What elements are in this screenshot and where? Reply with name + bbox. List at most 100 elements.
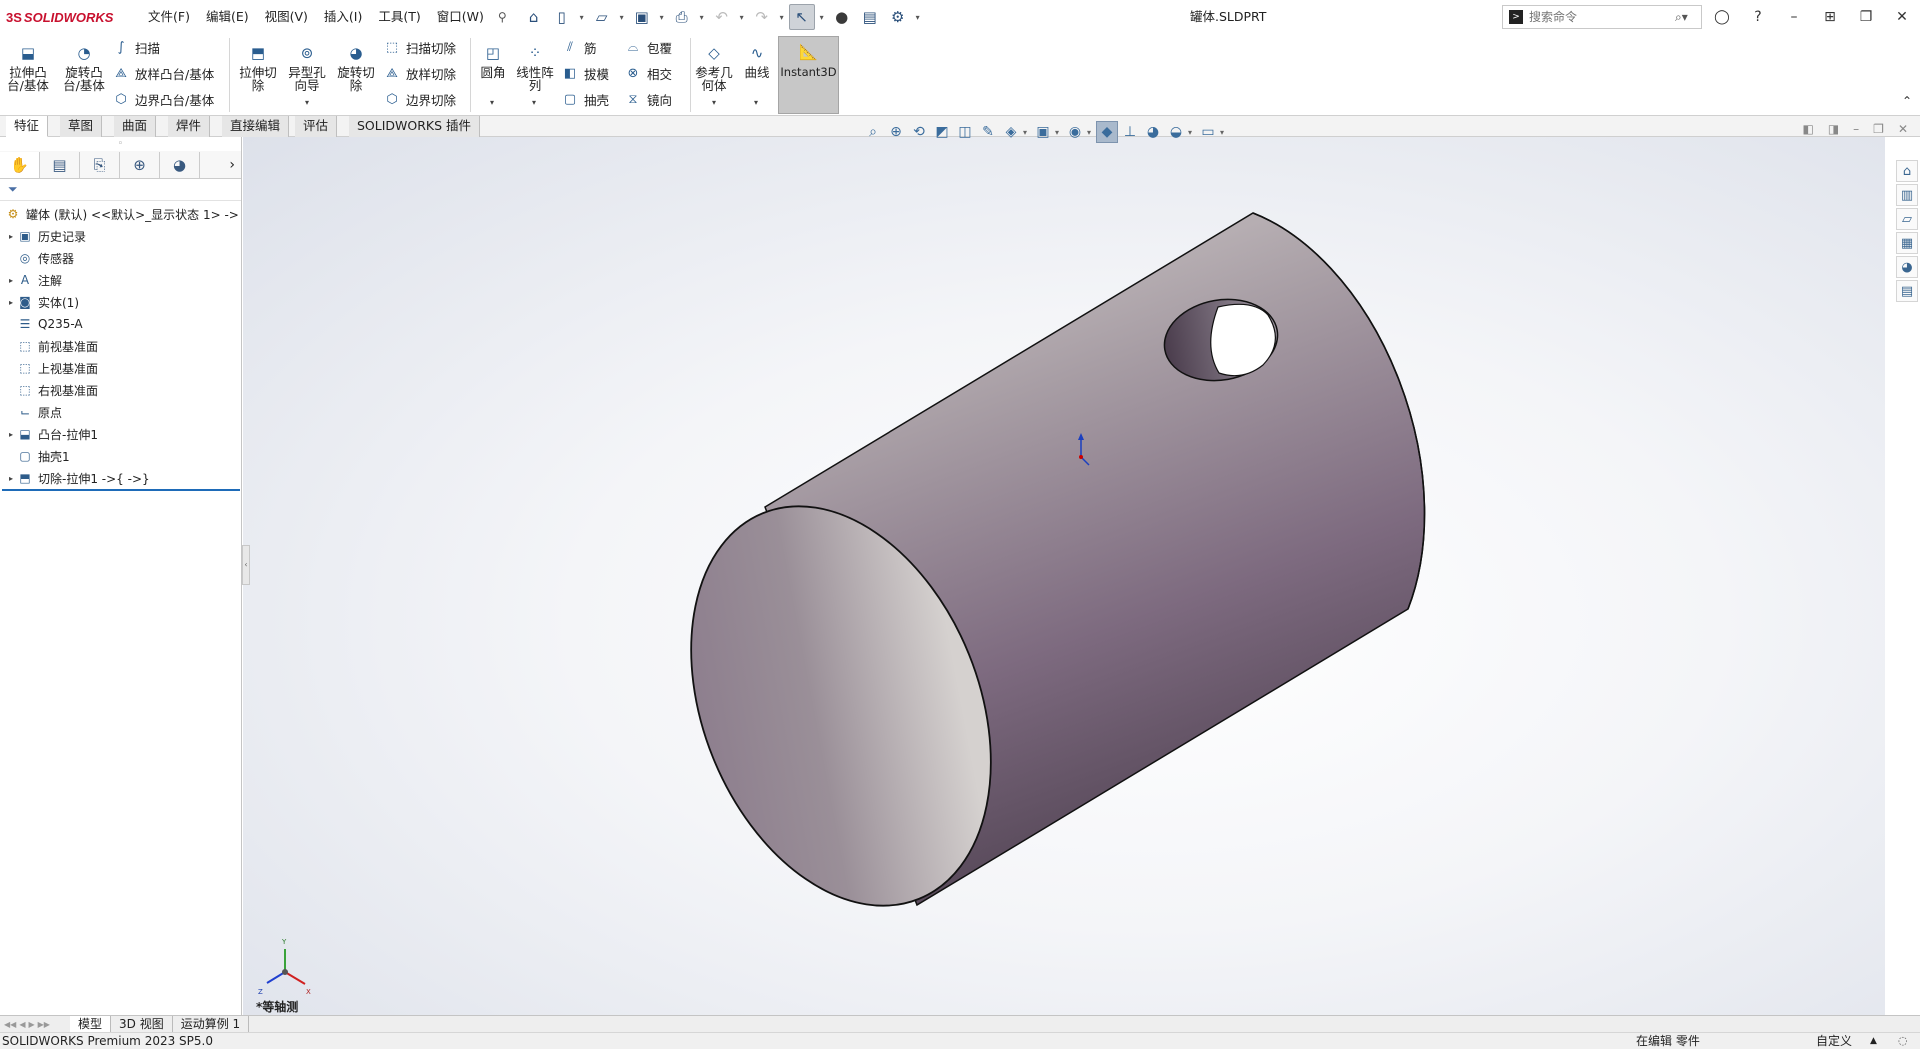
tree-item-front-plane[interactable]: ⬚ 前视基准面 [0, 335, 241, 357]
perspective-icon[interactable]: ⊥ [1119, 121, 1141, 143]
dynamic-annotation-icon[interactable]: ◫ [954, 121, 976, 143]
dimxpert-manager-tab-icon[interactable]: ⊕ [120, 151, 160, 178]
select-dropdown-icon[interactable]: ▾ [817, 13, 827, 22]
curves-button[interactable]: ∿ 曲线 [740, 42, 774, 79]
units-up-arrow-icon[interactable]: ▲ [1870, 1033, 1877, 1049]
feature-manager-tab-icon[interactable]: ✋ [0, 151, 40, 178]
revolve-boss-button[interactable]: ◔ 旋转凸台/基体 [62, 42, 106, 92]
tree-filter[interactable]: ⏷ [0, 179, 241, 201]
first-tab-icon[interactable]: ◀◀ [4, 1020, 16, 1029]
section-view-icon[interactable]: ◩ [931, 121, 953, 143]
display-manager-tab-icon[interactable]: ◕ [160, 151, 200, 178]
view-settings-icon[interactable]: ✎ [977, 121, 999, 143]
restore-icon[interactable]: ❐ [1848, 0, 1884, 34]
redo-dropdown-icon[interactable]: ▾ [777, 13, 787, 22]
expand-arrow-icon[interactable]: ▸ [6, 298, 16, 307]
sweep-cut-button[interactable]: ⬚ 扫描切除 [383, 36, 456, 58]
print-icon[interactable]: ⎙ [669, 4, 695, 30]
view-orientation-dropdown-icon[interactable]: ▾ [1055, 128, 1063, 137]
reference-geometry-button[interactable]: ◇ 参考几何体 [694, 42, 734, 92]
instant3d-button[interactable]: 📐 Instant3D [778, 36, 839, 114]
sweep-button[interactable]: ∫ 扫描 [112, 36, 160, 58]
tab-features[interactable]: 特征 [6, 116, 49, 137]
apply-scene-icon[interactable]: ◒ [1165, 121, 1187, 143]
file-explorer-icon[interactable]: ▱ [1896, 208, 1918, 230]
tree-item-cut-extrude1[interactable]: ▸ ⬒ 切除-拉伸1 ->{ ->} [0, 467, 241, 489]
more-tabs-chevron-icon[interactable]: › [229, 157, 241, 173]
print-dropdown-icon[interactable]: ▾ [697, 13, 707, 22]
display-style-dropdown-icon[interactable]: ▾ [1023, 128, 1031, 137]
fillet-dropdown-icon[interactable]: ▾ [490, 98, 494, 107]
fillet-button[interactable]: ◰ 圆角 [476, 42, 510, 79]
expand-arrow-icon[interactable]: ▸ [6, 430, 16, 439]
rebuild-traffic-light-icon[interactable]: ● [829, 4, 855, 30]
menu-window[interactable]: 窗口(W) [429, 5, 492, 29]
tree-item-top-plane[interactable]: ⬚ 上视基准面 [0, 357, 241, 379]
graphics-area[interactable]: Y X Z [243, 137, 1885, 1015]
previous-view-icon[interactable]: ⟲ [908, 121, 930, 143]
tree-item-boss-extrude1[interactable]: ▸ ⬓ 凸台-拉伸1 [0, 423, 241, 445]
view-display-dropdown-icon[interactable]: ▾ [1220, 128, 1228, 137]
search-input[interactable] [1529, 10, 1669, 24]
file-properties-icon[interactable]: ▤ [857, 4, 883, 30]
next-tab-icon[interactable]: ▶ [28, 1020, 34, 1029]
viewport-split-2-icon[interactable]: ◨ [1828, 122, 1839, 136]
tree-item-right-plane[interactable]: ⬚ 右视基准面 [0, 379, 241, 401]
view-display-icon[interactable]: ▭ [1197, 121, 1219, 143]
status-message-icon[interactable]: ◌ [1898, 1033, 1908, 1049]
pin-icon[interactable]: ⚲ [498, 10, 507, 24]
options-gear-icon[interactable]: ⚙ [885, 4, 911, 30]
solidworks-resources-icon[interactable]: ⌂ [1896, 160, 1918, 182]
viewport-close-icon[interactable]: ✕ [1898, 122, 1908, 136]
tab-surfaces[interactable]: 曲面 [114, 116, 157, 137]
tree-item-shell1[interactable]: ▢ 抽壳1 [0, 445, 241, 467]
last-tab-icon[interactable]: ▶▶ [38, 1020, 50, 1029]
save-dropdown-icon[interactable]: ▾ [657, 13, 667, 22]
new-document-icon[interactable]: ▯ [549, 4, 575, 30]
tree-item-history[interactable]: ▸ ▣ 历史记录 [0, 225, 241, 247]
undo-icon[interactable]: ↶ [709, 4, 735, 30]
tab-solidworks-addins[interactable]: SOLIDWORKS 插件 [349, 116, 481, 137]
wrap-button[interactable]: ⌓ 包覆 [624, 36, 672, 58]
viewport-split-icon[interactable]: ◧ [1802, 122, 1813, 136]
tree-item-solid-bodies[interactable]: ▸ ◙ 实体(1) [0, 291, 241, 313]
close-icon[interactable]: ✕ [1884, 0, 1920, 34]
tab-motion-study-1[interactable]: 运动算例 1 [173, 1015, 250, 1033]
tab-model[interactable]: 模型 [70, 1015, 112, 1033]
viewport-minimize-icon[interactable]: – [1853, 122, 1859, 136]
solidworks-logo[interactable]: 3S SOLIDWORKS [0, 0, 130, 34]
search-icon[interactable]: ⌕▾ [1675, 10, 1688, 25]
tab-weldments[interactable]: 焊件 [168, 116, 211, 137]
revolve-cut-button[interactable]: ◕ 旋转切除 [334, 42, 378, 92]
tree-item-material[interactable]: ☰ Q235-A [0, 313, 241, 335]
configuration-manager-tab-icon[interactable]: ⎘ [80, 151, 120, 178]
cylinder-model[interactable]: Y X Z [243, 137, 1885, 1015]
rib-button[interactable]: ⫽ 筋 [561, 36, 596, 58]
curves-dropdown-icon[interactable]: ▾ [754, 98, 758, 107]
draft-button[interactable]: ◧ 拔模 [561, 62, 609, 84]
reference-geometry-dropdown-icon[interactable]: ▾ [712, 98, 716, 107]
minimize-icon[interactable]: – [1776, 0, 1812, 34]
appearances-icon[interactable]: ◕ [1896, 256, 1918, 278]
home-icon[interactable]: ⌂ [521, 4, 547, 30]
zoom-to-area-icon[interactable]: ⊕ [885, 121, 907, 143]
shaded-with-edges-icon[interactable]: ◆ [1096, 121, 1118, 143]
expand-arrow-icon[interactable]: ▸ [6, 474, 16, 483]
shell-button[interactable]: ▢ 抽壳 [561, 88, 609, 110]
tree-item-origin[interactable]: ⌙ 原点 [0, 401, 241, 423]
extrude-cut-button[interactable]: ⬒ 拉伸切除 [236, 42, 280, 92]
loft-boss-button[interactable]: ⟁ 放样凸台/基体 [112, 62, 214, 84]
save-icon[interactable]: ▣ [629, 4, 655, 30]
expand-arrow-icon[interactable]: ▸ [6, 232, 16, 241]
zoom-to-fit-icon[interactable]: ⌕ [862, 121, 884, 143]
user-account-icon[interactable]: ◯ [1704, 0, 1740, 34]
menu-file[interactable]: 文件(F) [140, 5, 198, 29]
edit-appearance-icon[interactable]: ◕ [1142, 121, 1164, 143]
new-dropdown-icon[interactable]: ▾ [577, 13, 587, 22]
tab-evaluate[interactable]: 评估 [295, 116, 338, 137]
loft-cut-button[interactable]: ⟁ 放样切除 [383, 62, 456, 84]
panel-splitter-handle[interactable]: ‹ [242, 545, 250, 585]
hole-wizard-dropdown-icon[interactable]: ▾ [305, 98, 309, 107]
extrude-boss-button[interactable]: ⬓ 拉伸凸台/基体 [7, 42, 49, 92]
linear-pattern-dropdown-icon[interactable]: ▾ [532, 98, 536, 107]
